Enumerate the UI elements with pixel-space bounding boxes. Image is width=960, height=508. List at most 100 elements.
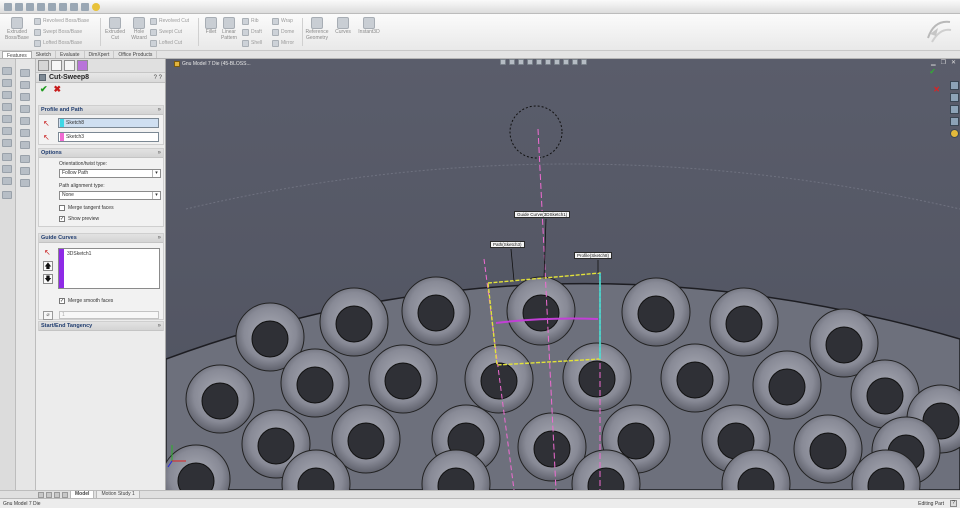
group-header[interactable]: Options »: [39, 149, 163, 158]
die-hole[interactable]: [185, 364, 255, 434]
model-view[interactable]: [166, 59, 960, 490]
help-bulb-icon[interactable]: [92, 2, 100, 11]
tool-icon[interactable]: [2, 91, 12, 99]
sketch-tool-icon[interactable]: [20, 167, 30, 175]
alignment-select[interactable]: None ▾: [59, 191, 161, 200]
design-library-icon[interactable]: [950, 93, 959, 102]
view-orientation-icon[interactable]: [536, 59, 542, 65]
die-hole[interactable]: [280, 348, 350, 418]
value-spinner[interactable]: 1: [59, 311, 159, 319]
prev-tab-icon[interactable]: [46, 491, 52, 498]
next-tab-icon[interactable]: [54, 491, 60, 498]
tool-icon[interactable]: [2, 79, 12, 87]
die-hole[interactable]: [709, 287, 779, 357]
confirm-ok-icon[interactable]: ✓: [929, 67, 936, 76]
sketch-tool-icon[interactable]: [20, 155, 30, 163]
ok-button[interactable]: ✔: [40, 84, 48, 94]
tool-icon[interactable]: [2, 127, 12, 135]
tool-icon[interactable]: [2, 191, 12, 199]
sketch-tool-icon[interactable]: [20, 69, 30, 77]
tool-icon[interactable]: [2, 177, 12, 185]
scene-icon[interactable]: [572, 59, 578, 65]
group-header[interactable]: Profile and Path »: [39, 106, 163, 115]
profile-selection-box[interactable]: Sketch8: [58, 118, 159, 128]
curves-button[interactable]: Curves: [330, 17, 356, 36]
show-preview-checkbox[interactable]: ✓ Show preview: [59, 216, 99, 222]
die-hole[interactable]: [401, 276, 471, 346]
select-icon[interactable]: [59, 2, 67, 11]
new-icon[interactable]: [4, 2, 12, 11]
confirm-cancel-icon[interactable]: ✕: [933, 85, 940, 94]
print-icon[interactable]: [37, 2, 45, 11]
configuration-manager-tab-icon[interactable]: [64, 60, 75, 71]
group-header[interactable]: Guide Curves »: [39, 234, 163, 243]
swept-cut-button[interactable]: Swept Cut: [150, 27, 182, 37]
move-down-button[interactable]: 🡇: [43, 274, 53, 284]
path-callout[interactable]: Path(Sketch3): [490, 241, 525, 248]
close-icon[interactable]: ✕: [951, 59, 956, 66]
feature-manager-tab-icon[interactable]: [38, 60, 49, 71]
linear-pattern-button[interactable]: Linear Pattern: [216, 17, 242, 41]
list-item[interactable]: 3DSketch1: [67, 251, 91, 257]
merge-smooth-checkbox[interactable]: ✓ Merge smooth faces: [59, 298, 113, 304]
hide-show-icon[interactable]: [554, 59, 560, 65]
zoom-area-icon[interactable]: [509, 59, 515, 65]
tool-icon[interactable]: [2, 139, 12, 147]
options-icon[interactable]: [81, 2, 89, 11]
die-hole[interactable]: [621, 277, 691, 347]
checkbox-box[interactable]: ✓: [59, 216, 65, 222]
appearances-icon[interactable]: [950, 129, 959, 138]
expand-icon[interactable]: »: [158, 323, 161, 329]
hole-wizard-button[interactable]: Hole Wizard: [126, 17, 152, 41]
merge-tangent-checkbox[interactable]: Merge tangent faces: [59, 205, 114, 211]
shell-button[interactable]: Shell: [242, 38, 262, 48]
minimize-icon[interactable]: ▁: [931, 59, 936, 66]
rib-button[interactable]: Rib: [242, 16, 259, 26]
wrap-button[interactable]: Wrap: [272, 16, 293, 26]
solidworks-resources-icon[interactable]: [950, 81, 959, 90]
draft-button[interactable]: Draft: [242, 27, 262, 37]
collapse-icon[interactable]: »: [158, 107, 161, 113]
revolved-boss-button[interactable]: Revolved Boss/Base: [34, 16, 89, 26]
sketch-tool-icon[interactable]: [20, 129, 30, 137]
graphics-area[interactable]: Gnu Model 7 Die (45-BLOSS... ▁ ❐ ✕ ✓ ✕ G…: [166, 59, 960, 490]
sketch-tool-icon[interactable]: [20, 81, 30, 89]
die-hole[interactable]: [562, 342, 632, 412]
view-palette-icon[interactable]: [950, 117, 959, 126]
guide-curves-list[interactable]: 3DSketch1: [58, 248, 160, 289]
tab-features[interactable]: Features: [2, 51, 32, 59]
revolved-cut-button[interactable]: Revolved Cut: [150, 16, 189, 26]
die-hole[interactable]: [464, 344, 534, 414]
sketch-tool-icon[interactable]: [20, 105, 30, 113]
tab-office-products[interactable]: Office Products: [114, 51, 158, 58]
checkbox-box[interactable]: ✓: [59, 298, 65, 304]
sketch-tool-icon[interactable]: [20, 93, 30, 101]
status-help-button[interactable]: ?: [950, 500, 957, 507]
instant3d-button[interactable]: Instant3D: [356, 17, 382, 36]
tab-evaluate[interactable]: Evaluate: [56, 51, 85, 58]
file-explorer-icon[interactable]: [950, 105, 959, 114]
zoom-to-fit-icon[interactable]: [500, 59, 506, 65]
dimxpert-manager-tab-icon[interactable]: [77, 60, 88, 71]
sketch-tool-icon[interactable]: [20, 141, 30, 149]
rebuild-icon[interactable]: [70, 2, 78, 11]
die-hole[interactable]: [752, 350, 822, 420]
appearance-icon[interactable]: [563, 59, 569, 65]
tool-icon[interactable]: [2, 115, 12, 123]
open-icon[interactable]: [15, 2, 23, 11]
profile-callout[interactable]: Profile(Sketch8): [574, 252, 613, 259]
sketch-tool-icon[interactable]: [20, 117, 30, 125]
tool-icon[interactable]: [2, 153, 12, 161]
group-header[interactable]: Start/End Tangency »: [39, 322, 163, 331]
mirror-button[interactable]: Mirror: [272, 38, 294, 48]
cancel-button[interactable]: ✖: [54, 84, 62, 94]
tab-sketch[interactable]: Sketch: [32, 51, 57, 58]
section-view-icon[interactable]: [527, 59, 533, 65]
orientation-select[interactable]: Follow Path ▾: [59, 169, 161, 178]
dome-button[interactable]: Dome: [272, 27, 294, 37]
view-settings-icon[interactable]: [581, 59, 587, 65]
help-button[interactable]: ? ?: [154, 75, 162, 81]
move-up-button[interactable]: 🡅: [43, 261, 53, 271]
tool-icon[interactable]: [2, 165, 12, 173]
collapse-icon[interactable]: »: [158, 150, 161, 156]
